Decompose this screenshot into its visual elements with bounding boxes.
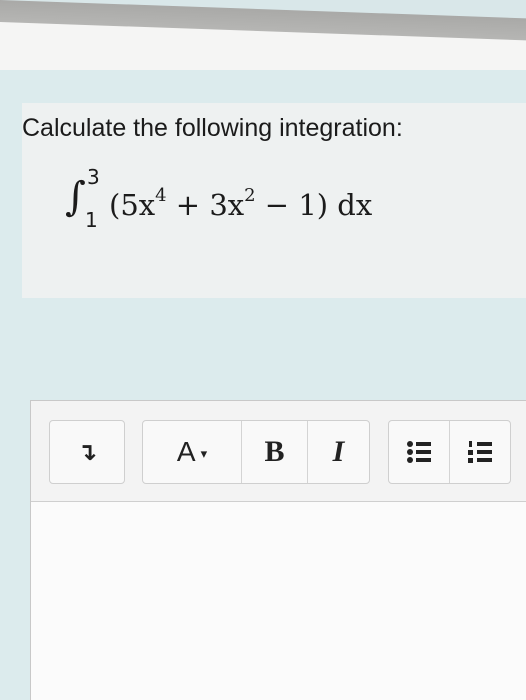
bold-label: B [264, 435, 285, 468]
bulleted-list-icon [407, 441, 431, 463]
font-color-label: A [176, 436, 196, 467]
paragraph-button[interactable]: ↴ [50, 421, 124, 483]
exponent-1: 4 [155, 185, 167, 206]
question-prompt: Calculate the following integration: [22, 114, 403, 142]
upper-limit: 3 [87, 165, 100, 189]
exponent-2: 2 [244, 185, 256, 206]
numbered-list-icon [468, 441, 492, 463]
list-group [388, 420, 511, 484]
paragraph-arrow-icon: ↴ [76, 438, 98, 466]
formatting-group: A ▾ B I [142, 420, 370, 484]
integrand-part-3: − 1) dx [255, 188, 373, 222]
chevron-down-icon: ▾ [200, 446, 208, 461]
italic-label: I [332, 435, 345, 468]
bold-button[interactable]: B [241, 421, 307, 483]
photo-frame: Calculate the following integration: ∫ 3… [0, 0, 526, 700]
editor-content-area[interactable] [31, 502, 526, 700]
editor-toolbar: ↴ A ▾ B I [31, 401, 526, 502]
lower-limit: 1 [85, 208, 98, 232]
bulleted-list-button[interactable] [389, 421, 449, 483]
answer-editor: ↴ A ▾ B I [30, 400, 526, 700]
font-color-button[interactable]: A ▾ [143, 421, 241, 483]
integrand: (5x4 + 3x2 − 1) dx [109, 185, 372, 222]
integrand-part-1: (5x [109, 188, 156, 222]
numbered-list-button[interactable] [449, 421, 510, 483]
integrand-part-2: + 3x [166, 188, 245, 222]
integral-sign: ∫ [65, 174, 86, 220]
paragraph-group: ↴ [49, 420, 125, 484]
italic-button[interactable]: I [307, 421, 369, 483]
